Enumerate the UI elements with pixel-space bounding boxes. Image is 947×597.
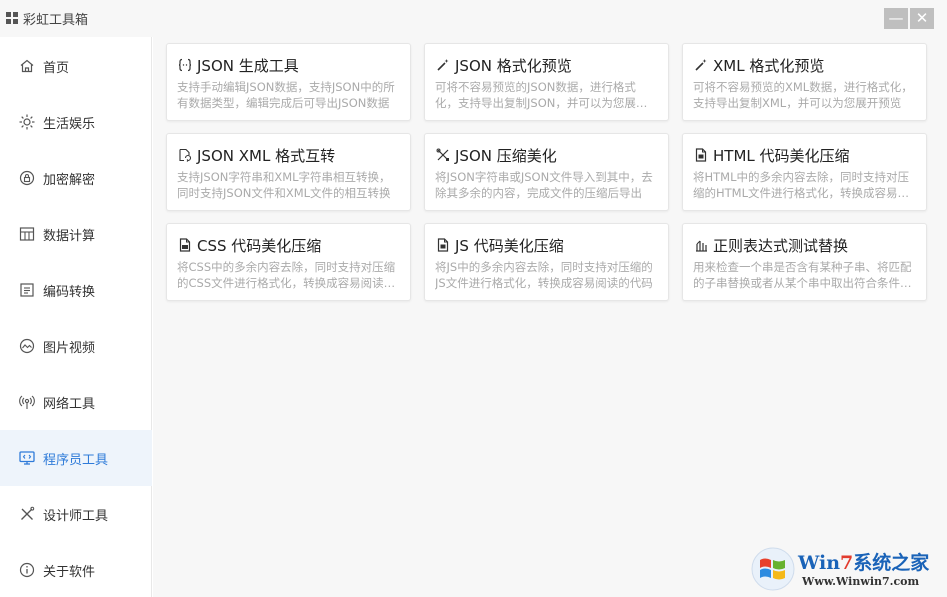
card-json-formatter[interactable]: JSON 格式化预览 可将不容易预览的JSON数据，进行格式化，支持导出复制JS… bbox=[424, 43, 669, 121]
card-html-beautify[interactable]: HTML 代码美化压缩 将HTML中的多余内容去除，同时支持对压缩的HTML文件… bbox=[682, 133, 927, 211]
card-description: 将JSON字符串或JSON文件导入到其中，去除其多余的内容，完成文件的压缩后导出 bbox=[435, 170, 653, 200]
card-css-beautify[interactable]: CSS 代码美化压缩 将CSS中的多余内容去除，同时支持对压缩的CSS文件进行格… bbox=[166, 223, 411, 301]
sidebar-item-label: 生活娱乐 bbox=[43, 116, 96, 132]
card-description: 将CSS中的多余内容去除，同时支持对压缩的CSS文件进行格式化，转换成容易阅读的… bbox=[177, 260, 396, 290]
watermark-title-suffix: 系统之家 bbox=[853, 552, 930, 574]
wand-icon bbox=[693, 57, 709, 73]
sidebar-item-crypto[interactable]: 加密解密 bbox=[0, 150, 152, 206]
minimize-button[interactable]: — bbox=[884, 8, 908, 29]
card-xml-formatter[interactable]: XML 格式化预览 可将不容易预览的XML数据，进行格式化，支持导出复制XML，… bbox=[682, 43, 927, 121]
lock-icon bbox=[18, 170, 35, 187]
title-bar: 彩虹工具箱 — ✕ bbox=[0, 0, 947, 37]
sidebar-item-data[interactable]: 数据计算 bbox=[0, 206, 152, 262]
window-title: 彩虹工具箱 bbox=[23, 13, 89, 28]
app-grid-icon bbox=[6, 12, 18, 24]
watermark: Win7系统之家 Www.Winwin7.com bbox=[750, 546, 945, 592]
card-json-xml-convert[interactable]: JSON XML 格式互转 支持JSON字符串和XML字符串相互转换，同时支持J… bbox=[166, 133, 411, 211]
sun-icon bbox=[18, 114, 35, 131]
file-code-icon bbox=[177, 237, 193, 253]
card-title: 正则表达式测试替换 bbox=[713, 236, 849, 255]
file-code-icon bbox=[693, 147, 709, 163]
card-title: JS 代码美化压缩 bbox=[455, 236, 564, 255]
sidebar-item-programmer[interactable]: 程序员工具 bbox=[0, 430, 152, 486]
regex-icon bbox=[693, 237, 709, 253]
card-description: 将JS中的多余内容去除，同时支持对压缩的JS文件进行格式化，转换成容易阅读的代码 bbox=[435, 260, 653, 290]
code-icon bbox=[18, 282, 35, 299]
watermark-title-prefix: Win bbox=[798, 552, 841, 574]
wand-icon bbox=[435, 57, 451, 73]
card-title: JSON 生成工具 bbox=[197, 56, 299, 75]
file-code-icon bbox=[435, 237, 451, 253]
design-icon bbox=[18, 506, 35, 523]
sidebar-item-label: 程序员工具 bbox=[43, 452, 109, 468]
image-icon bbox=[18, 338, 35, 355]
sidebar-item-label: 图片视频 bbox=[43, 340, 96, 356]
sidebar-item-life[interactable]: 生活娱乐 bbox=[0, 94, 152, 150]
convert-icon bbox=[177, 147, 193, 163]
card-title: HTML 代码美化压缩 bbox=[713, 146, 850, 165]
card-description: 支持JSON字符串和XML字符串相互转换，同时支持JSON文件和XML文件的相互… bbox=[177, 170, 391, 200]
card-json-minify[interactable]: JSON 压缩美化 将JSON字符串或JSON文件导入到其中，去除其多余的内容，… bbox=[424, 133, 669, 211]
card-description: 支持手动编辑JSON数据，支持JSON中的所有数据类型，编辑完成后可导出JSON… bbox=[177, 80, 395, 110]
card-regex-test[interactable]: 正则表达式测试替换 用来检查一个串是否含有某种子串、将匹配的子串替换或者从某个串… bbox=[682, 223, 927, 301]
card-title: JSON 格式化预览 bbox=[455, 56, 572, 75]
card-title: CSS 代码美化压缩 bbox=[197, 236, 322, 255]
watermark-url: Www.Winwin7.com bbox=[802, 575, 920, 588]
card-title: XML 格式化预览 bbox=[713, 56, 825, 75]
sidebar-item-label: 数据计算 bbox=[43, 228, 96, 244]
tools-icon bbox=[435, 147, 451, 163]
card-title: JSON XML 格式互转 bbox=[197, 146, 336, 165]
card-description: 可将不容易预览的XML数据，进行格式化，支持导出复制XML，并可以为您展开预览 bbox=[693, 80, 913, 110]
network-icon bbox=[18, 394, 35, 411]
sidebar-item-designer[interactable]: 设计师工具 bbox=[0, 486, 152, 542]
card-description: 可将不容易预览的JSON数据，进行格式化，支持导出复制JSON，并可以为您展开预… bbox=[435, 80, 648, 110]
card-title: JSON 压缩美化 bbox=[455, 146, 557, 165]
braces-icon bbox=[177, 57, 193, 73]
home-icon bbox=[18, 58, 35, 75]
close-button[interactable]: ✕ bbox=[910, 8, 934, 29]
sidebar-item-label: 加密解密 bbox=[43, 172, 96, 188]
card-json-generator[interactable]: JSON 生成工具 支持手动编辑JSON数据，支持JSON中的所有数据类型，编辑… bbox=[166, 43, 411, 121]
sidebar-item-media[interactable]: 图片视频 bbox=[0, 318, 152, 374]
sidebar-item-encoding[interactable]: 编码转换 bbox=[0, 262, 152, 318]
sidebar-item-label: 网络工具 bbox=[43, 396, 96, 412]
sidebar-item-about[interactable]: 关于软件 bbox=[0, 542, 152, 597]
card-description: 将HTML中的多余内容去除，同时支持对压缩的HTML文件进行格式化，转换成容易阅… bbox=[693, 170, 909, 200]
sidebar: 首页 生活娱乐 加密解密 数据计算 编码转换 图片视频 网络工具 程序员工具 设… bbox=[0, 37, 152, 597]
sidebar-item-home[interactable]: 首页 bbox=[0, 38, 152, 94]
sidebar-item-label: 编码转换 bbox=[43, 284, 96, 300]
watermark-title-number: 7 bbox=[840, 552, 854, 574]
card-description: 用来检查一个串是否含有某种子串、将匹配的子串替换或者从某个串中取出符合条件的子串 bbox=[693, 260, 912, 290]
sidebar-item-label: 关于软件 bbox=[43, 564, 96, 580]
card-js-beautify[interactable]: JS 代码美化压缩 将JS中的多余内容去除，同时支持对压缩的JS文件进行格式化，… bbox=[424, 223, 669, 301]
info-icon bbox=[18, 562, 35, 579]
windows-logo-icon bbox=[751, 547, 795, 591]
monitor-icon bbox=[18, 450, 35, 467]
tool-grid: JSON 生成工具 支持手动编辑JSON数据，支持JSON中的所有数据类型，编辑… bbox=[153, 37, 947, 597]
sidebar-item-network[interactable]: 网络工具 bbox=[0, 374, 152, 430]
calculator-icon bbox=[18, 226, 35, 243]
watermark-title: Win7系统之家 bbox=[798, 548, 929, 575]
sidebar-item-label: 首页 bbox=[43, 60, 70, 76]
sidebar-item-label: 设计师工具 bbox=[43, 508, 109, 524]
